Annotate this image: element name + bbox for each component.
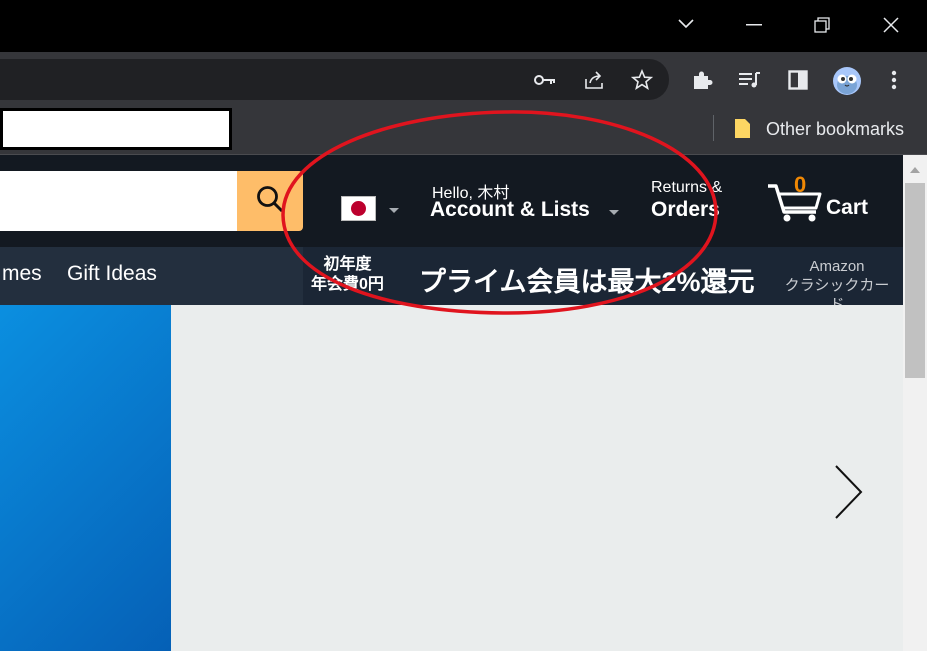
tab-search-chevron-icon[interactable] [672,10,700,38]
hero-banner-image[interactable] [0,305,171,651]
subnav-item-home[interactable]: mes [2,262,42,286]
account-lists-link[interactable]: Account & Lists [430,198,590,222]
search-button[interactable] [237,171,303,231]
redacted-bookmarks-area [0,108,232,150]
extensions-puzzle-icon[interactable] [688,66,716,94]
other-bookmarks-label[interactable]: Other bookmarks [766,119,904,140]
promo-fee-text: 初年度 年会費0円 [311,255,384,295]
folder-icon[interactable] [734,117,752,139]
cart-label[interactable]: Cart [826,196,868,220]
promo-fee-line2: 年会費0円 [311,276,384,293]
restore-icon[interactable] [798,8,846,42]
promo-headline: プライム会員は最大2%還元 [419,267,755,297]
scroll-up-arrow-icon[interactable] [903,157,927,183]
account-chevron-down-icon[interactable] [609,210,619,215]
share-icon[interactable] [580,66,608,94]
minimize-icon[interactable] [730,8,778,42]
kebab-menu-icon[interactable] [880,66,908,94]
orders-link[interactable]: Orders [651,198,720,222]
key-icon[interactable] [531,66,559,94]
promo-fee-line1: 初年度 [323,256,372,273]
subnav-item-gift-ideas[interactable]: Gift Ideas [67,262,157,286]
promo-card-line1: Amazon [809,258,865,275]
address-bar[interactable] [0,59,669,100]
scrollbar-thumb[interactable] [905,183,925,378]
search-icon [256,185,284,218]
returns-label[interactable]: Returns & [651,179,722,197]
cart-count-badge: 0 [794,172,807,197]
profile-avatar-icon[interactable] [831,65,863,97]
hero-carousel-area [171,305,903,651]
close-icon[interactable] [867,8,915,42]
carousel-next-arrow-icon[interactable] [830,462,866,522]
bookmarks-divider [713,115,714,141]
media-queue-icon[interactable] [736,66,764,94]
window-titlebar [0,0,927,52]
japan-flag-icon[interactable] [341,196,376,221]
side-panel-icon[interactable] [784,66,812,94]
search-input[interactable] [0,171,237,231]
language-chevron-down-icon[interactable] [389,208,399,213]
bookmark-star-icon[interactable] [628,66,656,94]
